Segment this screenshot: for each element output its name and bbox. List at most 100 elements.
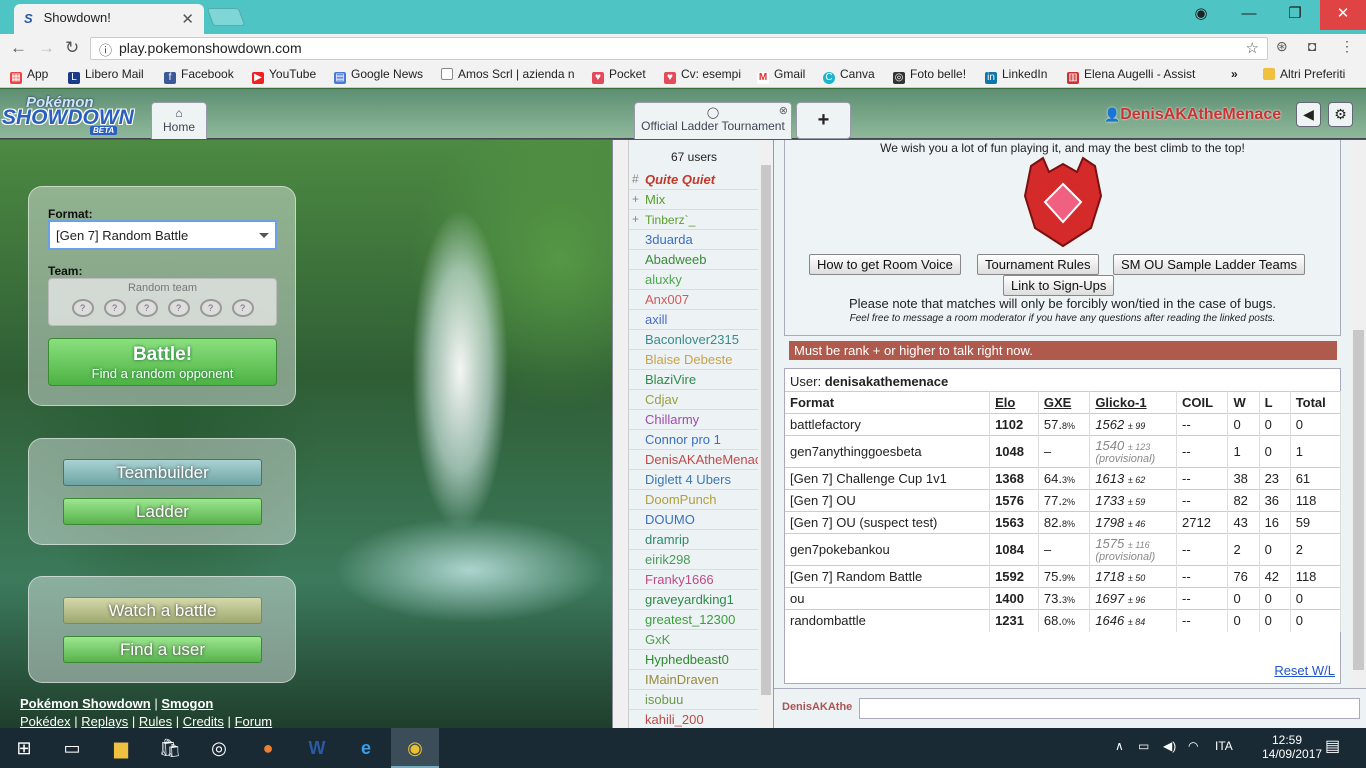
close-window-button[interactable]: ✕: [1320, 0, 1366, 30]
notifications-icon[interactable]: ▤: [1325, 736, 1340, 756]
reload-icon[interactable]: ↻: [65, 38, 79, 58]
link-replays[interactable]: Replays: [81, 714, 128, 728]
tab-official-ladder-tournament[interactable]: ⊗ ◯ Official Ladder Tournament: [634, 102, 792, 139]
user-list-item[interactable]: Chillarmy: [629, 410, 758, 430]
teambuilder-button[interactable]: Teambuilder: [63, 459, 262, 486]
user-list-item[interactable]: kahili_200: [629, 710, 758, 728]
bookmark-foto[interactable]: ◎ Foto belle!: [893, 67, 966, 84]
user-list-item[interactable]: DenisAKAtheMenace: [629, 450, 758, 470]
user-list-item[interactable]: GxK: [629, 630, 758, 650]
room-scrollbar[interactable]: [1351, 140, 1366, 688]
user-list-item[interactable]: graveyardking1: [629, 590, 758, 610]
user-list-item[interactable]: + Tinberz`_: [629, 210, 758, 230]
user-list-item[interactable]: Baconlover2315: [629, 330, 758, 350]
user-list-item[interactable]: eirik298: [629, 550, 758, 570]
user-list-item[interactable]: aluxky: [629, 270, 758, 290]
battle-button[interactable]: Battle! Find a random opponent: [48, 338, 277, 386]
bookmark-cv[interactable]: ♥ Cv: esempi: [664, 67, 741, 84]
file-explorer-icon[interactable]: ▆: [97, 728, 145, 768]
language-indicator[interactable]: ITA: [1215, 739, 1233, 753]
bookmark-gmail[interactable]: M Gmail: [757, 67, 805, 84]
profile-icon[interactable]: ◉: [1178, 0, 1224, 30]
info-icon[interactable]: ⓘ: [99, 40, 112, 59]
user-list-item[interactable]: Anx007: [629, 290, 758, 310]
tray-arrow-icon[interactable]: ∧: [1115, 739, 1124, 753]
sign-ups-button[interactable]: Link to Sign-Ups: [1003, 275, 1115, 296]
scrollbar-thumb[interactable]: [761, 165, 771, 695]
user-list-scrollbar[interactable]: [759, 140, 773, 728]
bookmark-amos[interactable]: Amos Scrl | azienda n: [441, 67, 575, 81]
link-credits[interactable]: Credits: [183, 714, 224, 728]
tournament-rules-button[interactable]: Tournament Rules: [977, 254, 1099, 275]
showdown-logo[interactable]: Pokémon SHOWDOWN BETA: [2, 94, 148, 136]
link-pokemon-showdown[interactable]: Pokémon Showdown: [20, 696, 151, 711]
user-name[interactable]: 👤DenisAKAtheMenace: [1104, 106, 1281, 124]
bookmark-libero[interactable]: L Libero Mail: [68, 67, 144, 84]
sample-teams-button[interactable]: SM OU Sample Ladder Teams: [1113, 254, 1306, 275]
chat-input[interactable]: [859, 698, 1360, 719]
word-icon[interactable]: W: [293, 728, 341, 768]
left-scrollbar[interactable]: [613, 140, 629, 728]
bookmark-apps[interactable]: ▦ App: [10, 67, 48, 84]
user-list-item[interactable]: + Mix: [629, 190, 758, 210]
app-circle-icon[interactable]: ◎: [195, 728, 243, 768]
firefox-icon[interactable]: ●: [244, 728, 292, 768]
store-icon[interactable]: 🛍: [146, 728, 194, 768]
room-voice-button[interactable]: How to get Room Voice: [809, 254, 961, 275]
sound-button[interactable]: ◀: [1296, 102, 1321, 127]
user-list-item[interactable]: Diglett 4 Ubers: [629, 470, 758, 490]
menu-icon[interactable]: ⋮: [1340, 38, 1354, 55]
volume-icon[interactable]: ◀): [1163, 739, 1176, 753]
user-list-item[interactable]: Hyphedbeast0: [629, 650, 758, 670]
user-list-item[interactable]: Blaise Debeste: [629, 350, 758, 370]
bookmark-star-icon[interactable]: ☆: [1246, 39, 1259, 57]
user-list-item[interactable]: axill: [629, 310, 758, 330]
ladder-button[interactable]: Ladder: [63, 498, 262, 525]
scrollbar-thumb[interactable]: [1353, 330, 1364, 670]
bookmark-linkedin[interactable]: in LinkedIn: [985, 67, 1047, 84]
browser-tab[interactable]: S Showdown! ✕: [14, 4, 204, 34]
bookmark-other[interactable]: Altri Preferiti: [1263, 67, 1345, 81]
user-list-item[interactable]: Franky1666: [629, 570, 758, 590]
link-rules[interactable]: Rules: [139, 714, 172, 728]
bookmark-youtube[interactable]: ▶ YouTube: [252, 67, 316, 84]
pocket-extension-icon[interactable]: ◘: [1308, 38, 1316, 54]
tab-home[interactable]: ⌂ Home: [151, 102, 207, 139]
team-select[interactable]: Random team ??????: [48, 278, 277, 326]
task-view-icon[interactable]: ▭: [48, 728, 96, 768]
bookmarks-more-button[interactable]: »: [1231, 67, 1238, 81]
link-smogon[interactable]: Smogon: [161, 696, 213, 711]
minimize-button[interactable]: —: [1226, 0, 1272, 30]
user-list-item[interactable]: IMainDraven: [629, 670, 758, 690]
bookmark-canva[interactable]: C Canva: [823, 67, 875, 84]
user-list-item[interactable]: # Quite Quiet: [629, 170, 758, 190]
edge-icon[interactable]: e: [342, 728, 390, 768]
wifi-icon[interactable]: ◠: [1188, 739, 1198, 753]
user-list-item[interactable]: DOUMO: [629, 510, 758, 530]
extension-icon[interactable]: ⊛: [1276, 38, 1288, 55]
user-list-item[interactable]: isobuu: [629, 690, 758, 710]
settings-button[interactable]: ⚙: [1328, 102, 1353, 127]
user-list-item[interactable]: DoomPunch: [629, 490, 758, 510]
user-list-item[interactable]: 3duarda: [629, 230, 758, 250]
link-pokedex[interactable]: Pokédex: [20, 714, 71, 728]
clock[interactable]: 12:59 14/09/2017: [1262, 733, 1322, 761]
start-icon[interactable]: ⊞: [0, 728, 48, 768]
bookmark-google-news[interactable]: ▤ Google News: [334, 67, 423, 84]
restore-button[interactable]: ❐: [1272, 0, 1318, 30]
link-forum[interactable]: Forum: [235, 714, 273, 728]
bookmark-facebook[interactable]: f Facebook: [164, 67, 234, 84]
bookmark-elena[interactable]: ▥ Elena Augelli - Assist: [1067, 67, 1207, 84]
user-list-item[interactable]: dramrip: [629, 530, 758, 550]
bookmark-pocket[interactable]: ♥ Pocket: [592, 67, 646, 84]
user-list-item[interactable]: Cdjav: [629, 390, 758, 410]
find-user-button[interactable]: Find a user: [63, 636, 262, 663]
user-list-item[interactable]: greatest_12300: [629, 610, 758, 630]
back-icon[interactable]: ←: [10, 38, 27, 58]
reset-wl-link[interactable]: Reset W/L: [1274, 663, 1335, 678]
new-room-button[interactable]: +: [796, 102, 851, 139]
close-room-icon[interactable]: ⊗: [779, 104, 788, 117]
user-list-item[interactable]: Connor pro 1: [629, 430, 758, 450]
chrome-icon[interactable]: ◉: [391, 728, 439, 768]
url-input[interactable]: ⓘ play.pokemonshowdown.com ☆: [90, 37, 1268, 60]
